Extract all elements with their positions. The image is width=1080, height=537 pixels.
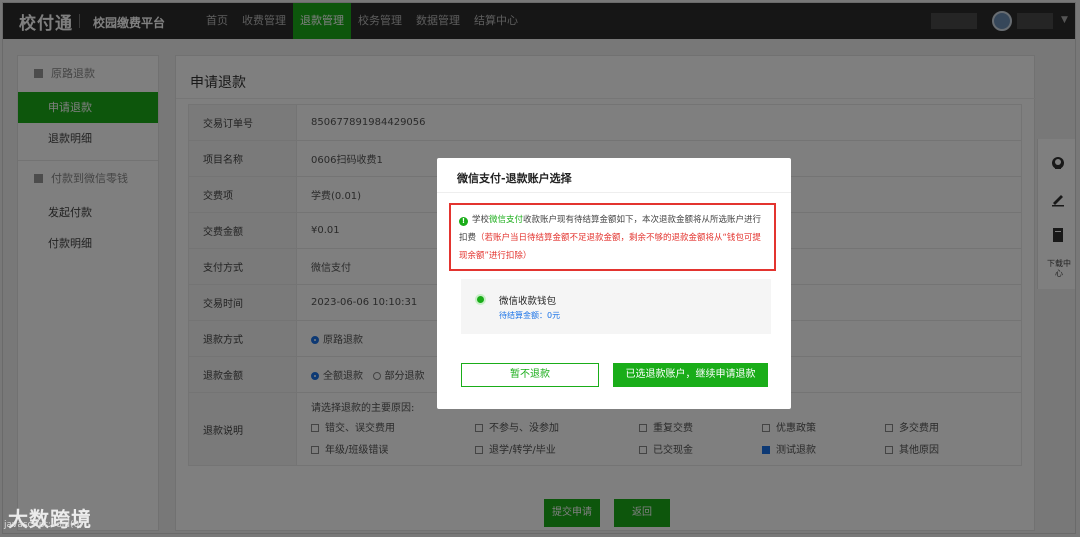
notice-box: ! 学校微信支付收款账户现有待结算金额如下，本次退款金额将从所选账户进行扣费（若账… [449,203,776,271]
selected-radio-icon[interactable] [475,294,486,305]
status-bar-url: javascript:void(0) [4,520,83,530]
info-check-icon: ! [459,217,468,226]
wechat-pay-link[interactable]: 微信支付 [489,215,523,225]
notice-warning-text: （若账户当日待结算金额不足退款金额，剩余不够的退款金额将从“钱包可提现余额”进行… [459,233,761,261]
refund-account-dialog: 微信支付-退款账户选择 ! 学校微信支付收款账户现有待结算金额如下，本次退款金额将… [437,158,791,409]
account-balance: 待结算金额：0元 [499,311,561,320]
dialog-title: 微信支付-退款账户选择 [457,172,572,185]
account-option-wechat-wallet[interactable]: 微信收款钱包 待结算金额：0元 [461,279,771,334]
continue-refund-button[interactable]: 已选退款账户，继续申请退款 [613,363,768,387]
dialog-divider [437,192,791,193]
account-name: 微信收款钱包 [499,296,557,307]
cancel-refund-button[interactable]: 暂不退款 [461,363,599,387]
